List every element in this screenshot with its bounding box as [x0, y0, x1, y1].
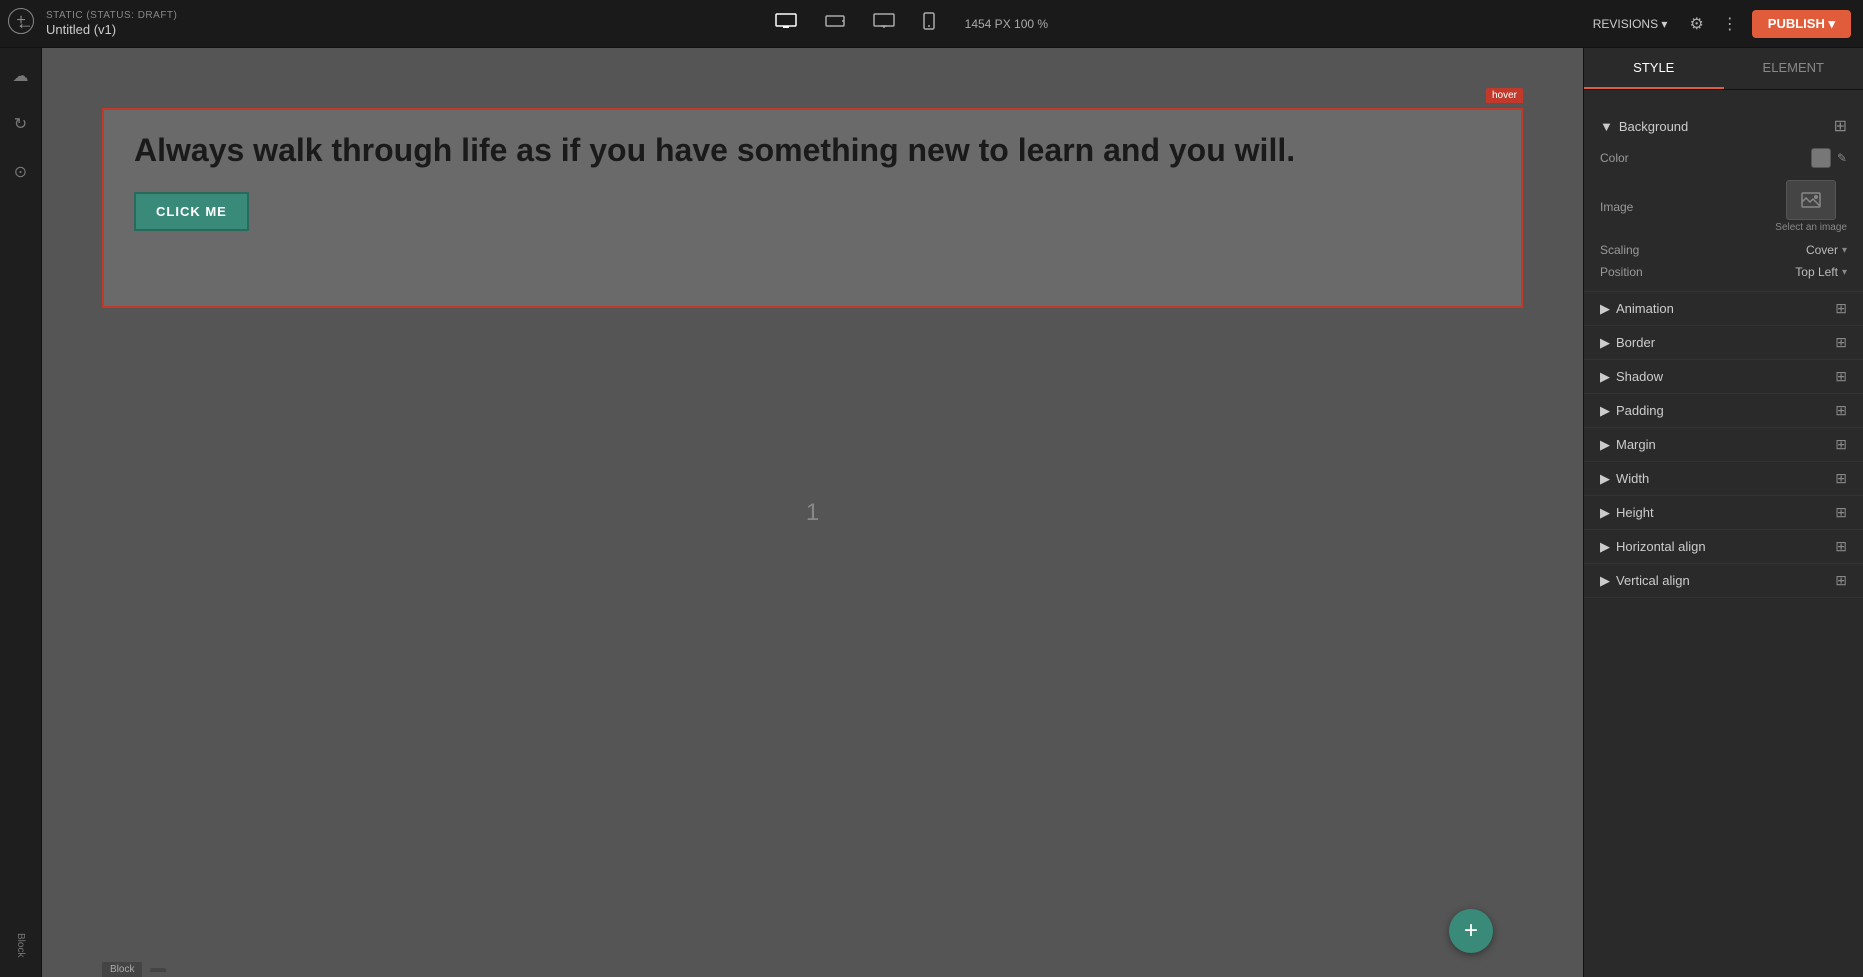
revisions-button[interactable]: REVISIONS ▾	[1585, 13, 1676, 35]
vertical-align-title: ▶ Vertical align	[1600, 573, 1690, 589]
shadow-expand-icon[interactable]: ⊞	[1835, 368, 1847, 385]
add-floating-button[interactable]: +	[1449, 909, 1493, 953]
sidebar-cloud-icon[interactable]: ☁	[7, 60, 35, 92]
scaling-label: Scaling	[1600, 243, 1639, 257]
section-background-header[interactable]: ▼ Background ⊞	[1600, 110, 1847, 142]
click-me-button[interactable]: CLICK ME	[134, 192, 249, 231]
zoom-info: 1454 PX 100 %	[965, 17, 1048, 31]
animation-title: ▶ Animation	[1600, 301, 1674, 317]
height-title: ▶ Height	[1600, 505, 1654, 521]
bottom-label-block2	[150, 968, 166, 972]
page-number: 1	[806, 499, 819, 527]
property-position: Position Top Left ▾	[1600, 261, 1847, 283]
section-padding[interactable]: ▶ Padding ⊞	[1584, 394, 1863, 428]
section-border[interactable]: ▶ Border ⊞	[1584, 326, 1863, 360]
color-edit-icon[interactable]: ✎	[1837, 151, 1847, 165]
margin-expand-icon[interactable]: ⊞	[1835, 436, 1847, 453]
section-horizontal-align[interactable]: ▶ Horizontal align ⊞	[1584, 530, 1863, 564]
position-label: Position	[1600, 265, 1643, 279]
section-animation[interactable]: ▶ Animation ⊞	[1584, 292, 1863, 326]
doc-title: Untitled (v1)	[46, 22, 177, 37]
right-panel: STYLE ELEMENT ▼ Background ⊞ Color	[1583, 48, 1863, 977]
vertical-align-expand-icon[interactable]: ⊞	[1835, 572, 1847, 589]
settings-icon[interactable]: ⚙	[1685, 10, 1707, 38]
device-mobile-icon[interactable]	[917, 8, 941, 39]
section-background-title: ▼ Background	[1600, 119, 1688, 134]
shadow-triangle: ▶	[1600, 369, 1610, 385]
bottom-block-label: Block	[15, 925, 26, 965]
section-height[interactable]: ▶ Height ⊞	[1584, 496, 1863, 530]
section-width[interactable]: ▶ Width ⊞	[1584, 462, 1863, 496]
image-label: Image	[1600, 200, 1633, 214]
doc-info: STATIC (STATUS: DRAFT) Untitled (v1)	[46, 10, 177, 37]
vertical-align-triangle: ▶	[1600, 573, 1610, 589]
image-picker: Select an image	[1775, 180, 1847, 233]
section-vertical-align[interactable]: ▶ Vertical align ⊞	[1584, 564, 1863, 598]
tab-element[interactable]: ELEMENT	[1724, 48, 1863, 89]
border-title: ▶ Border	[1600, 335, 1655, 351]
canvas-area[interactable]: hover Always walk through life as if you…	[42, 48, 1583, 977]
position-dropdown[interactable]: Top Left ▾	[1795, 265, 1847, 279]
background-expand-icon[interactable]: ⊞	[1834, 116, 1847, 136]
image-placeholder[interactable]	[1786, 180, 1836, 220]
sidebar-history-icon[interactable]: ⊙	[8, 156, 33, 188]
doc-status: STATIC (STATUS: DRAFT)	[46, 10, 177, 22]
main-area: + ☁ ↻ ⊙ Block hover Always walk through …	[0, 48, 1863, 977]
sidebar-refresh-icon[interactable]: ↻	[8, 108, 33, 140]
margin-triangle: ▶	[1600, 437, 1610, 453]
padding-expand-icon[interactable]: ⊞	[1835, 402, 1847, 419]
topbar-left: ← STATIC (STATUS: DRAFT) Untitled (v1)	[12, 9, 232, 38]
property-scaling: Scaling Cover ▾	[1600, 239, 1847, 261]
color-label: Color	[1600, 151, 1629, 165]
animation-triangle: ▶	[1600, 301, 1610, 317]
panel-tabs: STYLE ELEMENT	[1584, 48, 1863, 90]
bottom-label-bar: Block	[102, 962, 166, 977]
horizontal-align-triangle: ▶	[1600, 539, 1610, 555]
topbar: ← STATIC (STATUS: DRAFT) Untitled (v1) 1…	[0, 0, 1863, 48]
padding-title: ▶ Padding	[1600, 403, 1664, 419]
margin-title: ▶ Margin	[1600, 437, 1656, 453]
position-dropdown-arrow: ▾	[1842, 267, 1847, 278]
width-triangle: ▶	[1600, 471, 1610, 487]
animation-expand-icon[interactable]: ⊞	[1835, 300, 1847, 317]
panel-body: ▼ Background ⊞ Color ✎ Image	[1584, 90, 1863, 977]
page-block[interactable]: hover Always walk through life as if you…	[102, 108, 1523, 308]
background-triangle-icon: ▼	[1600, 119, 1613, 134]
more-options-icon[interactable]: ⋮	[1718, 10, 1742, 38]
quote-text: Always walk through life as if you have …	[104, 110, 1521, 192]
property-image: Image Select an image	[1600, 174, 1847, 239]
device-tablet-landscape-icon[interactable]	[819, 9, 851, 38]
device-monitor-icon[interactable]	[867, 9, 901, 38]
scaling-dropdown[interactable]: Cover ▾	[1806, 243, 1847, 257]
tab-style[interactable]: STYLE	[1584, 48, 1724, 89]
scaling-dropdown-arrow: ▾	[1842, 245, 1847, 256]
shadow-title: ▶ Shadow	[1600, 369, 1663, 385]
border-expand-icon[interactable]: ⊞	[1835, 334, 1847, 351]
select-image-label: Select an image	[1775, 222, 1847, 233]
block-hover-badge: hover	[1486, 88, 1523, 103]
topbar-center: 1454 PX 100 %	[244, 8, 1573, 39]
section-background: ▼ Background ⊞ Color ✎ Image	[1584, 102, 1863, 292]
border-triangle: ▶	[1600, 335, 1610, 351]
color-swatch[interactable]	[1811, 148, 1831, 168]
property-color: Color ✎	[1600, 142, 1847, 174]
section-shadow[interactable]: ▶ Shadow ⊞	[1584, 360, 1863, 394]
height-triangle: ▶	[1600, 505, 1610, 521]
horizontal-align-expand-icon[interactable]: ⊞	[1835, 538, 1847, 555]
left-sidebar: + ☁ ↻ ⊙ Block	[0, 48, 42, 977]
publish-button[interactable]: PUBLISH ▾	[1752, 10, 1851, 38]
padding-triangle: ▶	[1600, 403, 1610, 419]
width-expand-icon[interactable]: ⊞	[1835, 470, 1847, 487]
bottom-label-block: Block	[102, 962, 142, 977]
horizontal-align-title: ▶ Horizontal align	[1600, 539, 1706, 555]
color-value: ✎	[1811, 148, 1847, 168]
section-margin[interactable]: ▶ Margin ⊞	[1584, 428, 1863, 462]
device-desktop-icon[interactable]	[769, 9, 803, 38]
width-title: ▶ Width	[1600, 471, 1649, 487]
topbar-right: REVISIONS ▾ ⚙ ⋮ PUBLISH ▾	[1585, 10, 1851, 38]
height-expand-icon[interactable]: ⊞	[1835, 504, 1847, 521]
